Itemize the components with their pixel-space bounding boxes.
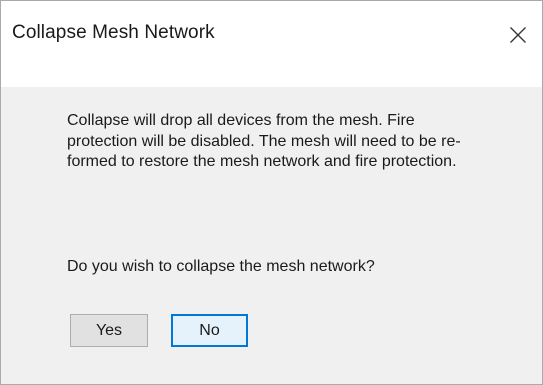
yes-button[interactable]: Yes <box>70 314 148 347</box>
dialog-titlebar: Collapse Mesh Network <box>1 1 542 87</box>
no-button[interactable]: No <box>171 314 248 347</box>
close-icon <box>510 27 526 43</box>
dialog-message: Collapse will drop all devices from the … <box>67 112 461 170</box>
dialog-title: Collapse Mesh Network <box>12 22 215 43</box>
close-button[interactable] <box>498 17 538 53</box>
dialog-question: Do you wish to collapse the mesh network… <box>67 258 375 275</box>
